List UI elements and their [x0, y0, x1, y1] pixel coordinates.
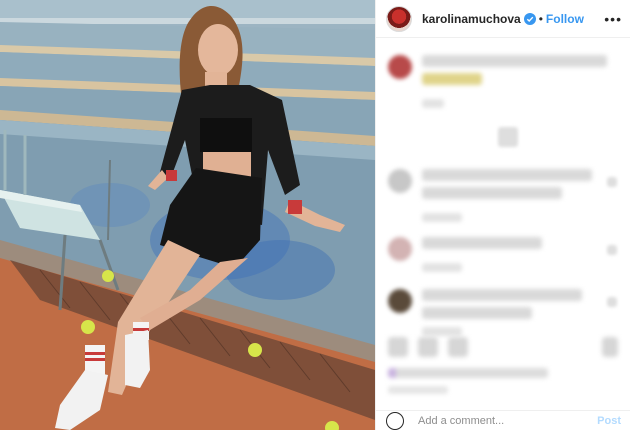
expand-comments-icon[interactable]: [498, 127, 518, 147]
post-header: karolinamuchova • Follow •••: [376, 0, 630, 38]
like-comment-icon[interactable]: [607, 177, 617, 187]
post-side-panel: karolinamuchova • Follow ••• Add a comme…: [375, 0, 630, 430]
profile-avatar[interactable]: [386, 5, 412, 32]
photo-scene: [0, 0, 375, 430]
avatar[interactable]: [388, 169, 412, 193]
comment-icon[interactable]: [418, 337, 438, 357]
username-link[interactable]: karolinamuchova: [422, 12, 521, 26]
post-comment-button[interactable]: Post: [597, 415, 621, 427]
avatar[interactable]: [388, 55, 412, 79]
bookmark-icon[interactable]: [602, 337, 618, 357]
emoji-icon[interactable]: [386, 411, 404, 430]
post-timestamp: [388, 386, 448, 394]
list-item: [388, 169, 592, 222]
comment-bar: Post: [376, 410, 630, 430]
more-options-icon[interactable]: •••: [604, 11, 622, 27]
avatar[interactable]: [388, 237, 412, 261]
avatar[interactable]: [388, 289, 412, 313]
share-icon[interactable]: [448, 337, 468, 357]
list-item: [388, 55, 607, 108]
list-item: [388, 289, 582, 336]
like-comment-icon[interactable]: [607, 297, 617, 307]
list-item: [388, 237, 542, 272]
likes-count[interactable]: [388, 368, 548, 378]
header-separator: •: [538, 11, 543, 26]
verified-badge-icon: [523, 12, 536, 25]
like-comment-icon[interactable]: [607, 245, 617, 255]
post-photo[interactable]: [0, 0, 375, 430]
follow-button[interactable]: Follow: [546, 12, 584, 26]
comment-input[interactable]: [418, 414, 568, 427]
like-icon[interactable]: [388, 337, 408, 357]
action-bar: [376, 333, 630, 363]
comments-list: [376, 39, 630, 339]
